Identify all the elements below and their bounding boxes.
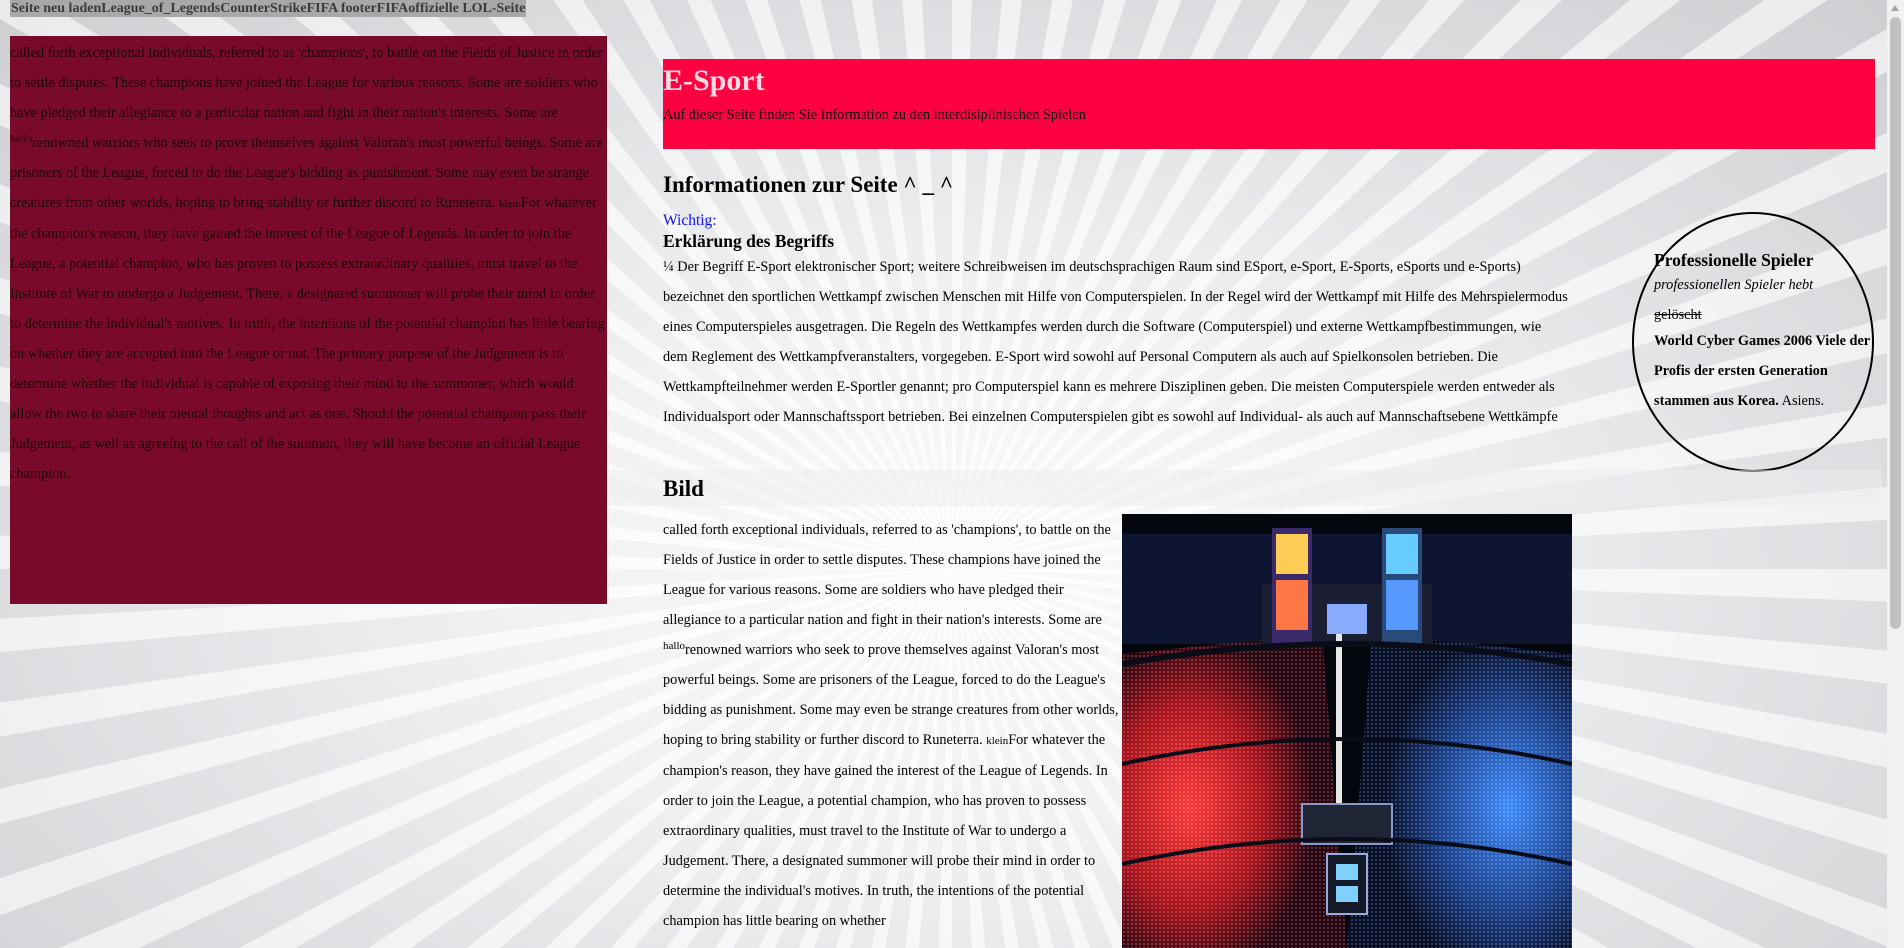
page-scrollbar[interactable]	[1887, 0, 1904, 948]
bild-text: called forth exceptional individuals, re…	[663, 515, 1119, 936]
bild-text-part3: For whatever the champion's reason, they…	[663, 732, 1108, 929]
esports-arena-image	[1122, 514, 1572, 948]
pro-players-italic: professionellen Spieler hebt	[1654, 277, 1814, 293]
info-heading: Informationen zur Seite ^ _ ^	[663, 172, 954, 197]
left-text-part1: called forth exceptional individuals, re…	[10, 45, 603, 121]
pro-players-bold: World Cyber Games 2006 Viele der Profis …	[1654, 333, 1870, 409]
bild-band	[607, 470, 1882, 506]
bild-text-small: klein	[986, 735, 1009, 747]
left-text-small: klein	[498, 198, 521, 210]
scrollbar-thumb[interactable]	[1890, 17, 1901, 629]
erklaerung-text: ¼ Der Begriff E-Sport elektronischer Spo…	[663, 259, 1568, 425]
pro-players-text: World Cyber Games 2006 Viele der Profis …	[1654, 326, 1872, 416]
bild-text-sup: hallo	[663, 640, 685, 652]
pro-players-circle: Professionelle Spieler professionellen S…	[1632, 212, 1874, 472]
nav-link-reload[interactable]: Seite neu laden	[11, 1, 101, 16]
erklaerung-heading: Erklärung des Begriffs	[663, 231, 835, 251]
wichtig-label: Wichtig:	[663, 212, 717, 229]
page-title: E-Sport	[663, 64, 765, 97]
nav-link-counterstrike[interactable]: CounterStrike	[220, 1, 306, 16]
bild-heading: Bild	[663, 476, 704, 501]
left-text-part3: For whatever the champion's reason, they…	[10, 195, 605, 482]
pro-players-tail: Asiens.	[1778, 393, 1825, 409]
bild-text-part1: called forth exceptional individuals, re…	[663, 522, 1111, 628]
top-nav: Seite neu ladenLeague_of_LegendsCounterS…	[10, 0, 527, 17]
nav-link-fifa-footer[interactable]: FIFA footer	[307, 1, 377, 16]
nav-link-fifa[interactable]: FIFA	[377, 1, 409, 16]
page-header: E-Sport Auf dieser Seite finden Sie Info…	[663, 59, 1875, 149]
left-text-sup: hallo	[10, 133, 32, 145]
left-lore-panel: called forth exceptional individuals, re…	[10, 36, 607, 604]
page-subtitle: Auf dieser Seite finden Sie Information …	[663, 107, 1086, 123]
pro-players-deleted: gelöscht	[1654, 307, 1702, 323]
scroll-up-arrow-icon[interactable]	[1891, 5, 1899, 11]
pro-players-heading: Professionelle Spieler	[1654, 250, 1814, 270]
nav-link-lol-official[interactable]: offizielle LOL-Seite	[408, 1, 525, 16]
nav-link-lol[interactable]: League_of_Legends	[101, 1, 220, 16]
arena-illustration	[1122, 514, 1572, 948]
